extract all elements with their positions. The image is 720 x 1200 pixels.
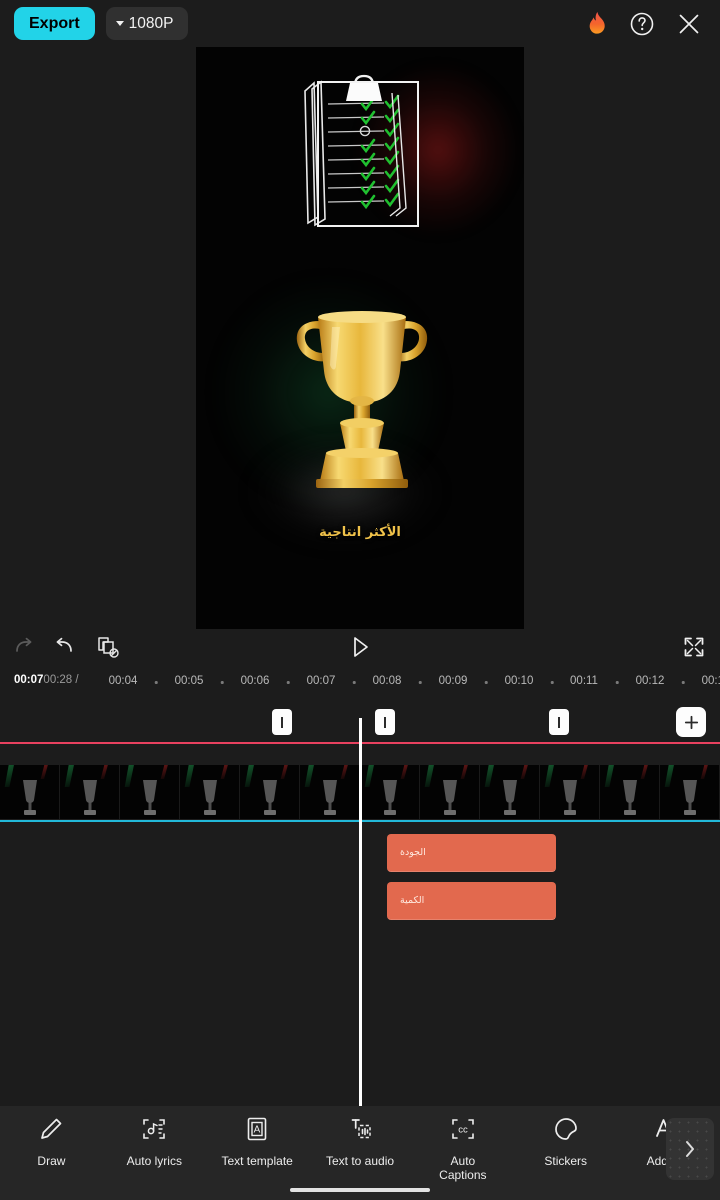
- ruler-tick-dot: [550, 681, 554, 684]
- timeline-ruler[interactable]: 00:0700:28 / 00:04 00:05 00:06 00:07 00:08 00…: [0, 668, 720, 696]
- tool-label: Auto lyrics: [126, 1154, 182, 1168]
- video-thumbnail: [660, 765, 720, 819]
- video-thumbnail: [360, 765, 420, 819]
- tool-list: Draw Auto lyrics A Text template Text to aud…: [0, 1116, 720, 1182]
- resolution-selector[interactable]: 1080P: [105, 7, 188, 40]
- tool-label: Text to audio: [325, 1154, 395, 1168]
- ruler-tick-label: 00:04: [108, 675, 138, 687]
- export-button[interactable]: Export: [14, 7, 95, 40]
- split-clip-button[interactable]: [549, 709, 569, 735]
- tool-draw[interactable]: Draw: [0, 1116, 103, 1182]
- add-clip-button[interactable]: [676, 707, 706, 737]
- ruler-tick-dot: [418, 681, 422, 684]
- video-thumbnail: [180, 765, 240, 819]
- video-thumbnail: [120, 765, 180, 819]
- question-mark-icon[interactable]: [629, 11, 655, 37]
- ruler-tick-dot: [484, 681, 488, 684]
- svg-text:A: A: [254, 1124, 261, 1135]
- video-thumbnail: [60, 765, 120, 819]
- ruler-tick-label: 00:10: [504, 675, 534, 687]
- tool-auto-captions[interactable]: cc Auto Captions: [411, 1116, 514, 1182]
- tool-text-template[interactable]: A Text template: [206, 1116, 309, 1182]
- tool-text-to-audio[interactable]: Text to audio: [309, 1116, 412, 1182]
- ruler-tick-label: 00:06: [240, 675, 270, 687]
- ruler-ticks: 00:04 00:05 00:06 00:07 00:08 00:09 00:10 00:11…: [0, 668, 720, 696]
- ruler-tick-label: 00:11: [570, 675, 598, 687]
- playhead[interactable]: [359, 718, 362, 1106]
- preview-actions: [682, 635, 706, 659]
- gold-trophy-icon: [296, 311, 428, 488]
- top-bar-actions: [587, 11, 702, 37]
- home-indicator: [290, 1188, 430, 1192]
- chevron-down-icon: [115, 21, 124, 26]
- video-thumbnail: [300, 765, 360, 819]
- tool-label: Text template: [221, 1154, 293, 1168]
- ruler-tick-label: 00:09: [438, 675, 468, 687]
- edit-actions: [12, 635, 120, 659]
- video-preview-canvas[interactable]: الأكثر انتاجية: [196, 47, 524, 629]
- close-icon[interactable]: [676, 11, 702, 37]
- top-bar: Export 1080P: [0, 0, 720, 47]
- preview-area: الأكثر انتاجية: [0, 47, 720, 629]
- ruler-tick-dot: [220, 681, 224, 684]
- text-template-icon: A: [244, 1116, 270, 1147]
- remove-watermark-icon[interactable]: [96, 635, 120, 659]
- video-thumbnail: [540, 765, 600, 819]
- video-thumbnail: [480, 765, 540, 819]
- resolution-label: 1080P: [128, 14, 174, 32]
- timeline-tracks[interactable]: الجودة الكمية: [0, 696, 720, 1106]
- ruler-tick-label: 00:08: [372, 675, 402, 687]
- play-icon[interactable]: [347, 634, 373, 660]
- checklist-clipboard-icon: [304, 74, 419, 227]
- text-clip-label: الجودة: [400, 847, 426, 858]
- undo-icon[interactable]: [54, 636, 76, 658]
- auto-captions-icon: cc: [450, 1116, 476, 1147]
- video-editor-app: Export 1080P الأكثر انتاجية 00:0700:28 /…: [0, 0, 720, 1200]
- tool-label: Auto Captions: [439, 1154, 487, 1182]
- video-thumbnail: [600, 765, 660, 819]
- flame-icon[interactable]: [587, 11, 608, 36]
- tool-auto-lyrics[interactable]: Auto lyrics: [103, 1116, 206, 1182]
- bottom-toolbar: Draw Auto lyrics A Text template Text to aud…: [0, 1106, 720, 1200]
- ruler-tick-label: 00:13: [701, 675, 720, 687]
- video-thumbnail: [0, 765, 60, 819]
- player-controls: [0, 629, 720, 665]
- chevron-right-icon: [686, 1141, 694, 1157]
- text-clip[interactable]: الكمية: [387, 882, 556, 920]
- ruler-tick-dot: [286, 681, 290, 684]
- svg-text:cc: cc: [458, 1125, 468, 1136]
- tool-label: Draw: [37, 1154, 66, 1168]
- ruler-tick-dot: [615, 681, 619, 684]
- ruler-tick-label: 00:07: [306, 675, 336, 687]
- tool-label: Stickers: [544, 1154, 588, 1168]
- auto-lyrics-icon: [141, 1116, 167, 1147]
- redo-icon[interactable]: [12, 636, 34, 658]
- award-caption-text: الأكثر انتاجية: [319, 525, 401, 540]
- split-clip-button[interactable]: [272, 709, 292, 735]
- ruler-tick-dot: [352, 681, 356, 684]
- video-thumbnail: [240, 765, 300, 819]
- split-clip-button[interactable]: [375, 709, 395, 735]
- text-clip[interactable]: الجودة: [387, 834, 556, 872]
- fullscreen-icon[interactable]: [682, 635, 706, 659]
- video-thumbnail: [420, 765, 480, 819]
- ruler-tick-label: 00:05: [174, 675, 204, 687]
- sticker-icon: [553, 1116, 579, 1147]
- ruler-tick-dot: [681, 681, 685, 684]
- text-to-audio-icon: [347, 1116, 373, 1147]
- pencil-icon: [38, 1116, 64, 1147]
- ruler-tick-dot: [154, 681, 158, 684]
- text-clip-label: الكمية: [400, 895, 425, 906]
- tool-stickers[interactable]: Stickers: [514, 1116, 617, 1182]
- more-tools-button[interactable]: [666, 1118, 714, 1180]
- ruler-tick-label: 00:12: [635, 675, 665, 687]
